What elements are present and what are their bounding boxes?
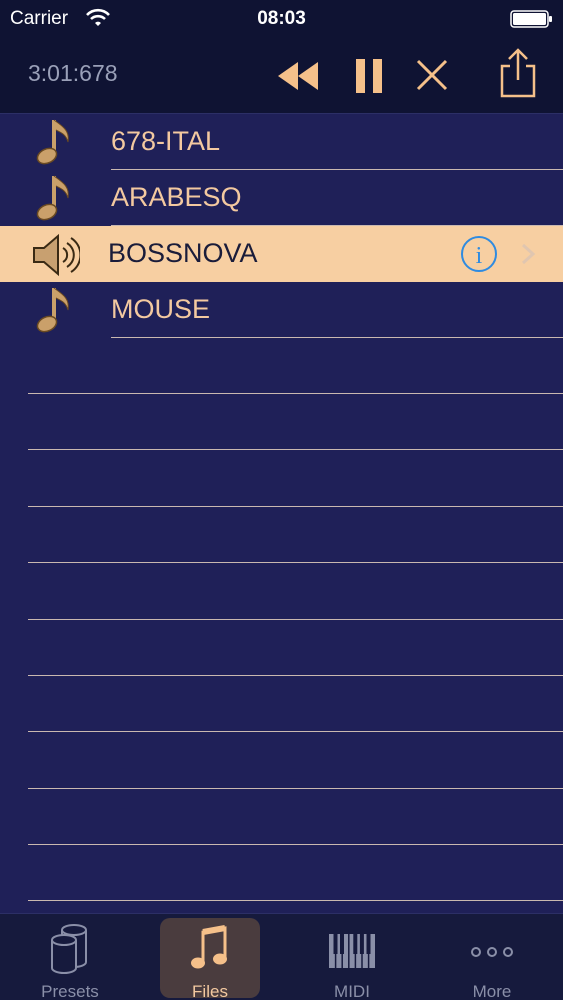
list-item[interactable]: MOUSE <box>0 282 563 338</box>
presets-icon <box>51 924 87 974</box>
chevron-right-icon[interactable] <box>520 242 536 266</box>
file-name: 678-ITAL <box>111 126 221 156</box>
list-item-selected[interactable]: BOSSNOVA i <box>0 226 563 282</box>
empty-row-divider <box>28 675 563 676</box>
empty-row-divider <box>28 393 563 394</box>
empty-row-divider <box>28 731 563 732</box>
more-dots-icon <box>471 947 513 957</box>
music-note-icon <box>36 119 69 165</box>
tab-more[interactable]: More <box>442 918 542 1000</box>
empty-row-divider <box>28 788 563 789</box>
tab-bar: Presets Files MIDI More <box>0 913 563 1000</box>
tab-label: Presets <box>41 982 99 1000</box>
empty-row-divider <box>28 844 563 845</box>
empty-row-divider <box>28 900 563 901</box>
close-icon[interactable] <box>408 52 456 100</box>
tab-files[interactable]: Files <box>160 918 260 1000</box>
file-name: MOUSE <box>111 294 211 324</box>
status-bar: Carrier 08:03 <box>0 0 563 38</box>
tab-midi[interactable]: MIDI <box>302 918 402 1000</box>
music-note-icon <box>36 287 69 333</box>
file-name: ARABESQ <box>111 182 242 212</box>
speaker-icon <box>33 233 80 277</box>
rewind-icon[interactable] <box>276 52 324 100</box>
empty-row-divider <box>28 562 563 563</box>
svg-text:i: i <box>476 243 483 269</box>
elapsed-time: 3:01:678 <box>28 60 118 86</box>
tab-label: More <box>472 982 512 1000</box>
empty-row-divider <box>28 449 563 450</box>
tab-label: MIDI <box>334 982 370 1000</box>
tab-presets[interactable]: Presets <box>20 918 120 1000</box>
piano-keys-icon <box>329 934 375 968</box>
info-icon[interactable]: i <box>460 235 498 273</box>
music-note-icon <box>36 175 69 221</box>
pause-icon[interactable] <box>346 52 394 100</box>
status-time: 08:03 <box>257 8 306 29</box>
file-name: BOSSNOVA <box>108 238 258 268</box>
row-divider <box>111 337 563 338</box>
list-item[interactable]: ARABESQ <box>0 170 563 226</box>
player-toolbar: 3:01:678 <box>0 38 563 114</box>
tab-label: Files <box>192 982 228 1000</box>
empty-row-divider <box>28 506 563 507</box>
music-note-icon <box>191 925 227 969</box>
battery-icon <box>510 10 552 28</box>
list-item[interactable]: 678-ITAL <box>0 114 563 170</box>
file-list: 678-ITAL ARABESQ BOSSNOVA i MOUSE <box>0 114 563 914</box>
share-icon[interactable] <box>494 46 542 102</box>
empty-row-divider <box>28 619 563 620</box>
